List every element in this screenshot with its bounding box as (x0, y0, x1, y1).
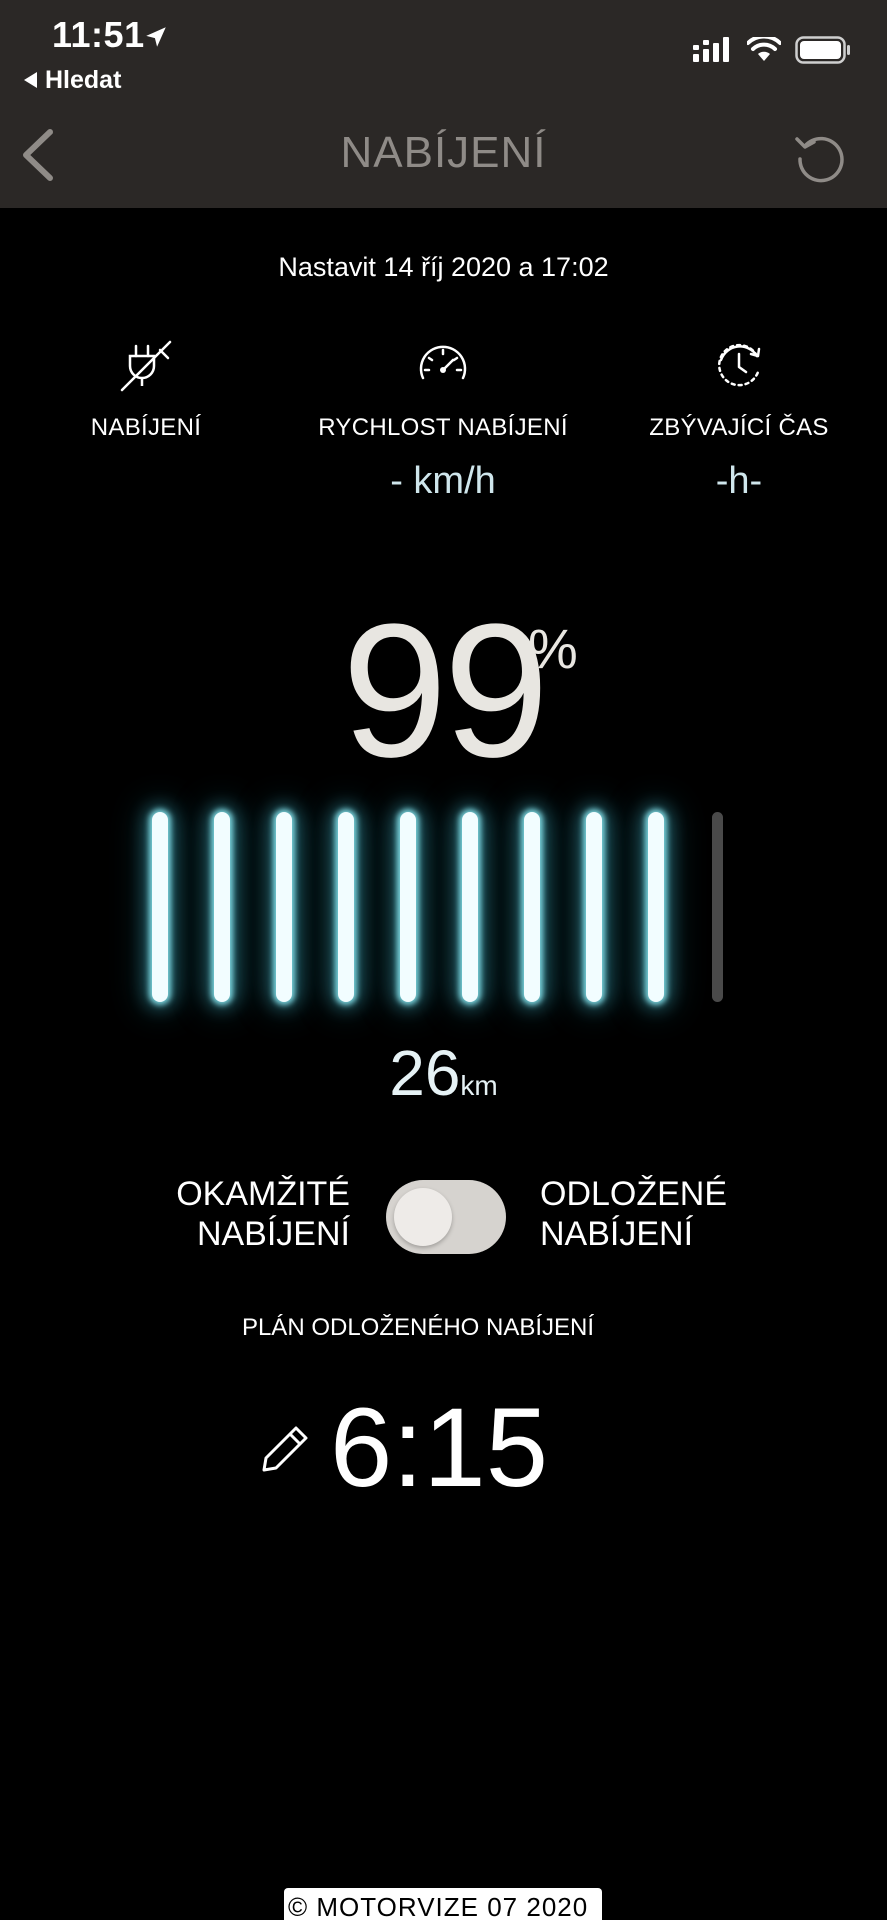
toggle-knob (394, 1188, 452, 1246)
instant-charging-line2: NABÍJENÍ (196, 1215, 350, 1253)
battery-bar-lit (400, 812, 416, 1002)
set-date-text: Nastavit 14 říj 2020 a 17:02 (278, 252, 609, 282)
info-label: ZBÝVAJÍCÍ ČAS (649, 414, 829, 441)
delayed-charging-time[interactable]: 6:15 (330, 1392, 548, 1504)
battery-bar-lit (152, 812, 168, 1002)
page-title: NABÍJENÍ (340, 128, 547, 177)
battery-percent: 99 % (0, 596, 887, 786)
watermark: © MOTORVIZE 07 2020 (284, 1888, 602, 1920)
delayed-charging-plan-label: PLÁN ODLOŽENÉHO NABÍJENÍ (241, 1314, 595, 1341)
watermark-text: © MOTORVIZE 07 2020 (288, 1892, 589, 1920)
status-icons (693, 36, 851, 64)
instant-charging-line1: OKAMŽITÉ (176, 1175, 350, 1213)
battery-bar-lit (462, 812, 478, 1002)
battery-bar-lit (338, 812, 354, 1002)
cellular-signal-icon (693, 37, 729, 62)
status-time: 11:51 (52, 14, 145, 55)
percent-sign: % (528, 617, 578, 680)
pencil-icon[interactable] (258, 1422, 312, 1476)
clock-remaining-icon (718, 343, 761, 387)
battery-bar-lit (276, 812, 292, 1002)
range-unit: km (460, 1070, 498, 1101)
battery-bar-lit (648, 812, 664, 1002)
back-to-search-link[interactable]: Hledat (24, 64, 121, 96)
back-triangle-icon (24, 72, 37, 88)
location-arrow-icon (146, 27, 166, 47)
delayed-charging-line2: NABÍJENÍ (540, 1215, 694, 1253)
info-label: NABÍJENÍ (90, 414, 202, 441)
range-value: 26 (389, 1037, 461, 1109)
delayed-charging-label[interactable]: ODLOŽENÉ NABÍJENÍ (540, 1174, 760, 1254)
battery-bar-lit (524, 812, 540, 1002)
range-estimate: 26km (0, 1036, 887, 1110)
info-label: RYCHLOST NABÍJENÍ (318, 414, 568, 441)
battery-percent-value: 99 (341, 585, 549, 797)
battery-bar-lit (586, 812, 602, 1002)
charging-screen: 11:51 Hledat NABÍJENÍ Nastavit 14 říj 20… (0, 0, 887, 1920)
battery-icon (795, 36, 850, 64)
time-remaining-value: -h- (715, 460, 763, 502)
info-charging: NABÍJENÍ (16, 338, 276, 442)
instant-charging-label[interactable]: OKAMŽITÉ NABÍJENÍ (150, 1174, 350, 1254)
top-bar: 11:51 Hledat NABÍJENÍ (0, 0, 887, 208)
battery-bar-unlit (712, 812, 723, 1002)
battery-level-bars (152, 812, 752, 1012)
battery-bar-lit (214, 812, 230, 1002)
speedometer-icon (419, 345, 467, 380)
info-time-remaining: ZBÝVAJÍCÍ ČAS -h- (609, 338, 869, 503)
charging-mode-toggle[interactable] (386, 1180, 506, 1254)
wifi-icon (747, 37, 781, 61)
delayed-charging-line1: ODLOŽENÉ (540, 1175, 728, 1213)
charging-speed-value: - km/h (390, 460, 496, 502)
info-charging-speed: RYCHLOST NABÍJENÍ - km/h (313, 338, 573, 503)
back-app-label: Hledat (45, 65, 122, 94)
plug-off-icon (120, 340, 172, 392)
refresh-icon[interactable] (793, 130, 847, 184)
